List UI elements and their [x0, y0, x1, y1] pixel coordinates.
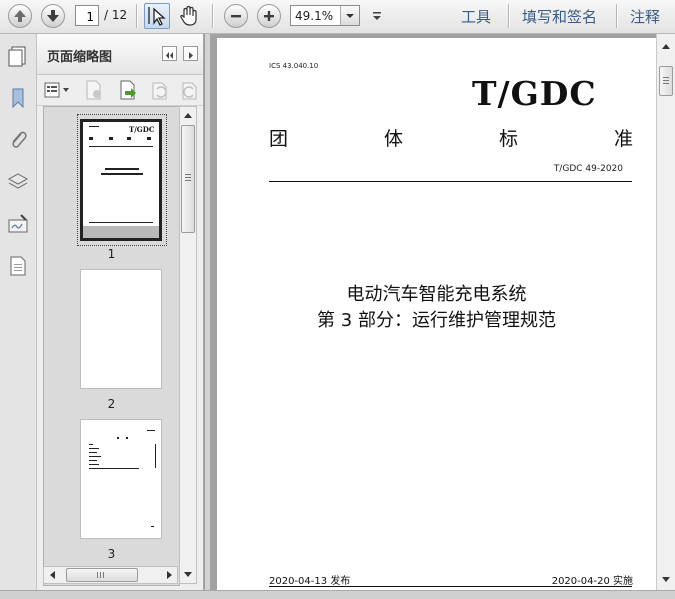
navigation-strip: [0, 34, 37, 598]
rotate-ccw-button[interactable]: [149, 79, 171, 101]
toolbar-options-icon: [373, 12, 381, 20]
thumbnail-label-3: 3: [107, 547, 116, 561]
document-title-line-2: 第 3 部分：运行维护管理规范: [317, 310, 556, 331]
comment-menu[interactable]: 注释: [630, 6, 660, 27]
delete-pages-button[interactable]: [83, 79, 105, 101]
document-icon: [10, 256, 26, 276]
document-title-line-1: 电动汽车智能充电系统: [346, 284, 527, 305]
expand-panel-button[interactable]: [183, 46, 198, 61]
select-tool-button[interactable]: [144, 3, 170, 29]
arrow-up-icon: [14, 10, 26, 22]
chevron-right-icon: [189, 52, 193, 59]
scroll-down-icon: [662, 577, 670, 582]
options-list-icon: [44, 82, 69, 98]
tools-menu[interactable]: 工具: [461, 6, 491, 27]
toolbar-divider: [616, 4, 618, 28]
panel-header: 页面缩略图: [37, 34, 203, 75]
document-view: ICS 43.040.10 T/GDC 团 体 标 准 T/GDC 49-202…: [210, 34, 656, 590]
insert-page-icon: [120, 80, 136, 100]
chevron-down-icon: [346, 14, 354, 18]
fill-sign-menu[interactable]: 填写和签名: [522, 6, 597, 27]
header-rule: [269, 181, 632, 182]
h-scroll-thumb[interactable]: [66, 568, 138, 582]
zoom-value: 49.1%: [295, 9, 334, 23]
paperclip-icon: [12, 131, 27, 148]
scroll-down-icon: [184, 572, 192, 577]
double-chevron-left-icon: [166, 52, 173, 59]
rotate-right-icon: [182, 82, 197, 100]
plus-icon: [264, 11, 274, 21]
signatures-tab[interactable]: [6, 212, 30, 236]
thumbnail-vertical-scrollbar[interactable]: [179, 106, 197, 584]
page-thumbnails-tab[interactable]: [6, 44, 30, 68]
standard-type: 团 体 标 准: [269, 124, 633, 151]
thumbnails-panel: 页面缩略图 T/GDC 1 2 3: [37, 34, 204, 594]
scroll-left-icon: [50, 571, 55, 579]
bookmarks-tab[interactable]: [6, 86, 30, 110]
scroll-thumb[interactable]: [181, 125, 195, 233]
rotate-cw-button[interactable]: [179, 79, 201, 101]
doc-scroll-thumb[interactable]: [659, 66, 673, 96]
document-page: ICS 43.040.10 T/GDC 团 体 标 准 T/GDC 49-202…: [217, 38, 656, 590]
standard-type-char: 准: [613, 128, 633, 150]
document-vertical-scrollbar[interactable]: [656, 34, 675, 590]
panel-title: 页面缩略图: [47, 50, 113, 65]
content-tab[interactable]: [6, 254, 30, 278]
thumbnail-page-1[interactable]: T/GDC: [80, 119, 162, 241]
toolbar-options-button[interactable]: [370, 8, 384, 24]
collapse-panel-button[interactable]: [162, 46, 177, 61]
publish-date: 2020-04-13 发布: [269, 576, 351, 587]
bookmark-icon: [12, 88, 24, 109]
standard-type-char: 体: [383, 128, 403, 150]
scroll-right-icon: [167, 571, 172, 579]
footer-rule: [269, 586, 632, 587]
panel-toolbar: [37, 75, 203, 106]
thumbnail-page-3[interactable]: [80, 419, 162, 539]
page-number-input[interactable]: [75, 5, 99, 26]
hand-tool-button[interactable]: [177, 4, 203, 30]
thumbnail-horizontal-scrollbar[interactable]: [43, 566, 178, 584]
scroll-up-icon: [184, 113, 192, 118]
standard-type-char: 团: [269, 128, 289, 150]
previous-page-button[interactable]: [8, 4, 32, 28]
arrow-down-icon: [47, 10, 59, 22]
insert-pages-button[interactable]: [117, 79, 139, 101]
attachments-tab[interactable]: [6, 128, 30, 152]
next-page-button[interactable]: [41, 4, 65, 28]
options-button[interactable]: [43, 81, 71, 99]
delete-page-icon: [86, 80, 101, 100]
minus-icon: [231, 15, 241, 18]
layers-tab[interactable]: [6, 170, 30, 194]
layers-icon: [7, 173, 29, 189]
thumbnail-label-2: 2: [107, 397, 116, 411]
toolbar-divider: [136, 4, 138, 28]
scroll-up-icon: [662, 44, 670, 49]
toolbar: / 12 49.1% 工具 填写和签名 注释: [0, 0, 675, 34]
hand-icon: [180, 5, 197, 26]
ics-code: ICS 43.040.10: [269, 62, 319, 70]
implement-date: 2020-04-20 实施: [551, 576, 633, 587]
signature-icon: [8, 214, 28, 233]
thumbnail-label-1: 1: [107, 247, 116, 261]
rotate-left-icon: [152, 82, 167, 100]
thumbnail-page-2[interactable]: [80, 269, 162, 389]
standard-type-char: 标: [498, 128, 518, 150]
zoom-out-button[interactable]: [224, 4, 248, 28]
thumbnail-list: T/GDC 1 2 3: [43, 106, 180, 586]
organization-code: T/GDC: [472, 74, 597, 113]
standard-number: T/GDC 49-2020: [553, 164, 623, 174]
zoom-select[interactable]: 49.1%: [290, 5, 360, 26]
page-total: / 12: [104, 8, 128, 22]
zoom-in-button[interactable]: [257, 4, 281, 28]
pages-icon: [8, 46, 26, 67]
cursor-icon: [148, 7, 166, 26]
toolbar-divider: [212, 4, 214, 28]
toolbar-divider: [508, 4, 510, 28]
zoom-dropdown-button[interactable]: [340, 6, 359, 25]
